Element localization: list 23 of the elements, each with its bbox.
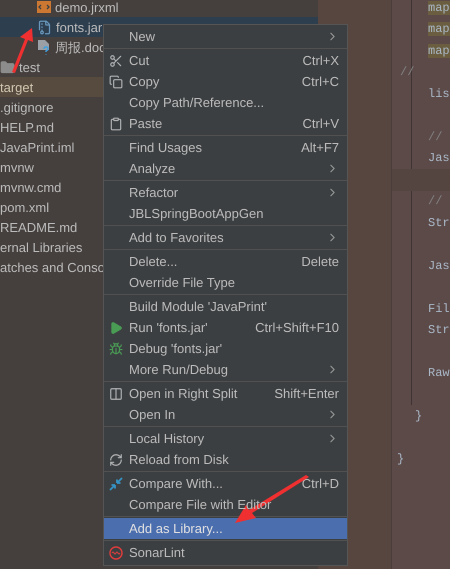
- code-text: map: [428, 22, 450, 36]
- code-text: map: [428, 0, 450, 15]
- code-text: map: [428, 44, 450, 58]
- shortcut-text: Ctrl+V: [302, 114, 339, 133]
- code-text: Jas: [428, 258, 450, 273]
- code-text: Raw: [428, 366, 450, 380]
- shortcut-text: Ctrl+X: [302, 52, 339, 70]
- code-text: }: [397, 452, 404, 466]
- code-text: Fil: [428, 302, 450, 316]
- shortcut-text: Delete: [301, 252, 339, 271]
- shortcut-text: Ctrl+Shift+F10: [255, 318, 339, 337]
- code-text: }: [415, 409, 422, 424]
- code-text: //: [428, 130, 442, 144]
- code-text: Str: [428, 216, 450, 230]
- code-text: lis: [428, 86, 450, 101]
- code-text: //: [400, 65, 414, 80]
- shortcut-text: Ctrl+D: [302, 474, 339, 493]
- code-text: Str: [428, 323, 450, 338]
- shortcut-text: Ctrl+C: [302, 72, 339, 91]
- code-text: Jas: [428, 151, 450, 166]
- shortcut-text: Alt+F7: [301, 138, 339, 157]
- shortcut-text: Shift+Enter: [274, 384, 339, 403]
- code-text: //: [428, 194, 442, 208]
